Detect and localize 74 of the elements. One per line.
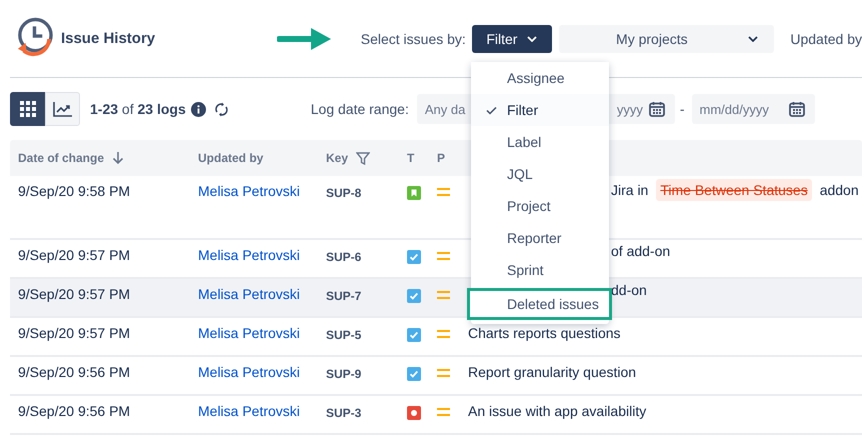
column-header: P [437,151,446,165]
priority-icon [437,290,450,300]
date-cell-text: 9/Sep/20 9:56 PM [17,364,132,382]
summary-text: An issue with app availability [468,403,646,419]
deleted-text: Time Between Statuses [656,179,812,201]
date-cell-text: 9/Sep/20 9:57 PM [17,286,132,304]
to-date-field[interactable]: mm/dd/yyyy [692,94,815,124]
user-link[interactable]: Melisa Petrovski [198,286,326,302]
filter-dropdown[interactable]: Filter [472,24,552,52]
column-header: Updated by [198,151,264,165]
menu-item[interactable]: Label [471,126,609,158]
log-count: 1-23 of 23 logs [90,101,186,117]
menu-item[interactable]: Sprint [471,254,609,286]
menu-item[interactable]: Assignee [471,62,609,94]
date-cell-text: 9/Sep/20 9:57 PM [17,325,132,343]
filter-icon[interactable] [356,152,370,164]
refresh-icon[interactable] [214,102,229,116]
checkbox-icon [407,328,421,342]
summary-text: Report granularity question [468,364,636,380]
checkbox-icon [407,367,421,381]
summary-text: Charts reports questions [468,325,621,341]
bug-icon [407,406,421,420]
select-label: Select issues by: [360,30,466,46]
summary-text: of add-on [611,243,670,259]
calendar-icon [648,101,665,117]
priority-icon [437,187,450,197]
user-link[interactable]: Melisa Petrovski [198,247,326,263]
checkbox-icon [407,289,421,303]
user-link[interactable]: Melisa Petrovski [198,403,326,419]
menu-item[interactable]: Deleted issues [467,288,612,320]
priority-icon [437,368,450,378]
chevron-icon [748,36,758,42]
issue-key: SUP-5 [326,328,403,342]
column-header: Key [326,151,403,165]
chart-view-button[interactable] [45,92,80,126]
issue-key: SUP-8 [326,186,403,200]
date-cell-text: 9/Sep/20 9:57 PM [17,247,132,265]
bookmark-icon [407,186,421,200]
user-link[interactable]: Melisa Petrovski [198,183,326,199]
priority-icon [437,407,450,417]
issue-key: SUP-6 [326,250,403,264]
check-icon [486,106,497,114]
checkbox-icon [407,250,421,264]
calendar-icon [788,101,805,117]
issue-key: SUP-9 [326,367,403,381]
menu-item[interactable]: Reporter [471,222,609,254]
column-header: T [406,151,416,165]
priority-icon [437,329,450,339]
menu-item[interactable]: JQL [471,158,609,190]
chevron-icon [527,36,538,42]
column-header: Date of change [10,151,198,165]
pointer-arrow-icon [277,26,332,52]
project-dropdown[interactable]: My projects [559,24,774,52]
issue-key: SUP-7 [326,289,403,303]
updated-by-label: Updated by [790,30,862,46]
sort-arrow-icon[interactable] [112,151,124,165]
date-range-label: Log date range: [310,101,409,117]
summary-text: addon [820,182,859,198]
menu-item[interactable]: Filter [471,94,609,126]
range-separator: - [680,101,685,117]
info-icon[interactable] [190,102,206,116]
summary-text: dd-on [611,282,647,298]
grid-view-button[interactable] [10,92,45,126]
grid-icon [20,101,36,117]
user-link[interactable]: Melisa Petrovski [198,364,326,380]
date-cell-text: 9/Sep/20 9:56 PM [17,403,132,421]
chart-icon [52,101,72,117]
summary-text: Jira in [611,182,648,198]
date-cell-text: 9/Sep/20 9:58 PM [17,183,132,201]
priority-icon [437,251,450,261]
app-title: Issue History [60,30,156,47]
issue-key: SUP-3 [326,406,403,420]
user-link[interactable]: Melisa Petrovski [198,325,326,341]
menu-item[interactable]: Project [471,190,609,222]
